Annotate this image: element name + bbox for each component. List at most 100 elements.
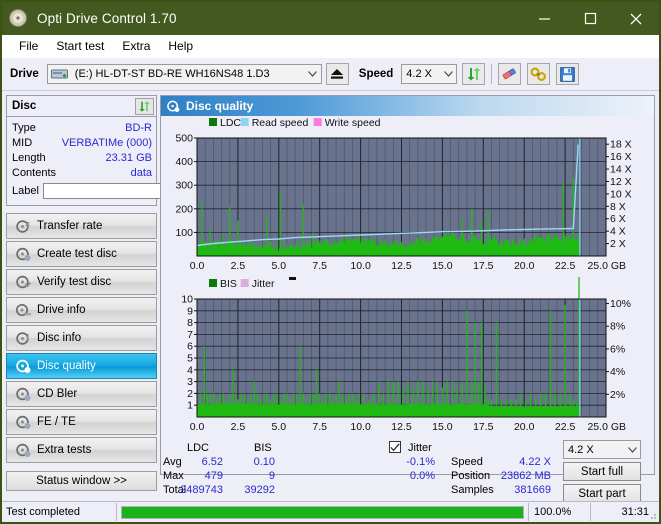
y2-axis-tick-label: 16 X [610,151,632,163]
ldc-chart-svg: LDC Read speed Write speed 100 200 300 400 500 2… [175,117,632,272]
speed-label: Speed [358,68,394,80]
stats-max-ldc: 479 [204,470,223,482]
menu-bar: File Start test Extra Help [2,35,659,58]
x-axis-tick-label: 2.5 [231,421,246,433]
progress-fill [122,506,523,518]
x-axis-tick-label: 25.0 GB [587,260,626,272]
sidebar-item-drive-info[interactable]: Drive info [6,297,157,323]
disc-row-key: Length [12,151,46,164]
sidebar-item-label: Transfer rate [37,220,103,232]
menu-item-file[interactable]: File [10,37,47,55]
y-axis-tick-label: 9 [187,305,193,317]
x-axis-tick-label: 25.0 GB [587,421,626,433]
disc-quality-icon [167,100,180,113]
sidebar-item-label: Drive info [37,304,86,316]
y-axis-tick-label: 500 [175,133,193,145]
y-axis-tick-label: 100 [175,227,193,239]
eject-icon [331,69,344,79]
disc-row-key: MID [12,136,33,149]
samples-stat-label: Samples [451,484,494,496]
menu-item-help[interactable]: Help [159,37,202,55]
y2-axis-tick-label: 6% [610,343,625,355]
progress-percent: 100.0% [534,506,572,518]
legend-label: BIS [220,278,237,290]
erase-button[interactable] [498,63,522,85]
sidebar-item-cd-bler[interactable]: CD Bler [6,381,157,407]
status-window-button[interactable]: Status window >> [6,471,157,491]
settings-button[interactable] [527,63,551,85]
resize-grip-icon[interactable] [647,510,657,520]
minimize-button[interactable] [521,2,567,35]
y-axis-tick-label: 6 [187,341,193,353]
disc-label-key: Label [12,185,39,197]
y2-axis-tick-label: 4 X [610,226,626,238]
refresh-button[interactable] [462,63,486,85]
sidebar-item-label: Disc quality [37,360,96,372]
menu-item-start-test[interactable]: Start test [47,37,113,55]
window-title: Opti Drive Control 1.70 [37,11,177,26]
stats-total-bis: 39292 [244,484,275,496]
content-header: Disc quality [161,96,654,116]
eject-button[interactable] [325,63,349,85]
y-axis-tick-label: 4 [187,364,193,376]
save-button[interactable] [556,63,580,85]
x-axis-tick-label: 5.0 [271,421,286,433]
toolbar-divider [491,64,493,84]
x-axis-tick-label: 22.5 [555,260,576,272]
drive-label: Drive [10,68,39,80]
bis-chart: BIS Jitter 1 2 3 4 5 6 7 8 9 10 2% 4% 6% 8% 10% 0.0 2.5 5.0… [161,277,654,440]
x-axis-tick-label: 17.5 [473,421,494,433]
start-full-button[interactable]: Start full [563,462,641,481]
status-divider [116,503,117,521]
speed-stat-label: Speed [451,456,483,468]
close-button[interactable] [613,2,659,35]
disc-info-icon [13,331,33,346]
x-axis-tick-label: 10.0 [350,421,371,433]
x-axis-tick-label: 22.5 [555,421,576,433]
app-window: Opti Drive Control 1.70 File Start test … [0,0,661,524]
stats-panel: LDC BIS Avg 6.52 0.10 Max 479 9 Total 24… [161,440,654,503]
sidebar-item-label: FE / TE [37,416,76,428]
y2-axis-tick-label: 2% [610,389,625,401]
content-panel: Disc quality LDC Read speed Write speed 100… [160,91,659,503]
main-body: Disc Type BD-R MID VERBATIMe (000) Lengt… [2,91,659,503]
x-axis-tick-label: 7.5 [312,421,327,433]
sidebar-item-label: Extra tests [37,444,92,456]
x-axis-tick-label: 20.0 [514,421,535,433]
drive-value: (E:) HL-DT-ST BD-RE WH16NS48 1.D3 [74,68,270,80]
plugs-icon [530,66,547,81]
jitter-value-1: -0.1% [406,456,435,468]
sidebar-item-disc-info[interactable]: Disc info [6,325,157,351]
disc-extra-icon [13,443,33,458]
y2-axis-tick-label: 2 X [610,238,626,250]
legend-label: Jitter [252,278,275,290]
speed-stat-value: 4.22 X [519,456,551,468]
disc-row-value: VERBATIMe (000) [61,136,152,149]
toolbar: Drive (E:) HL-DT-ST BD-RE WH16NS48 1.D3 … [2,58,659,91]
menu-item-extra[interactable]: Extra [113,37,159,55]
sidebar-item-disc-quality[interactable]: Disc quality [6,353,157,379]
sidebar-item-fe-te[interactable]: FE / TE [6,409,157,435]
stats-avg-bis: 0.10 [253,456,275,468]
drive-select[interactable]: (E:) HL-DT-ST BD-RE WH16NS48 1.D3 [46,64,322,84]
sidebar-item-extra-tests[interactable]: Extra tests [6,437,157,463]
maximize-button[interactable] [567,2,613,35]
sidebar-item-label: CD Bler [37,388,78,400]
legend-label: Read speed [252,117,309,129]
speed-select-stats[interactable]: 4.2 X [563,440,641,459]
sidebar-item-transfer-rate[interactable]: Transfer rate [6,213,157,239]
speed-value: 4.2 X [406,68,432,80]
sidebar-item-create-test-disc[interactable]: Create test disc [6,241,157,267]
speed-select[interactable]: 4.2 X [401,64,458,84]
y-axis-tick-label: 10 [181,294,193,306]
speed-select-value: 4.2 X [568,443,594,456]
y-axis-tick-label: 3 [187,376,193,388]
jitter-checkbox[interactable] [389,441,401,455]
refresh-icon [467,67,481,81]
disc-create-icon [13,247,33,262]
app-disc-icon [9,8,29,29]
sidebar-item-verify-test-disc[interactable]: Verify test disc [6,269,157,295]
disc-refresh-button[interactable] [135,97,154,115]
sidebar-item-label: Verify test disc [37,276,112,288]
legend-swatch [209,118,217,126]
